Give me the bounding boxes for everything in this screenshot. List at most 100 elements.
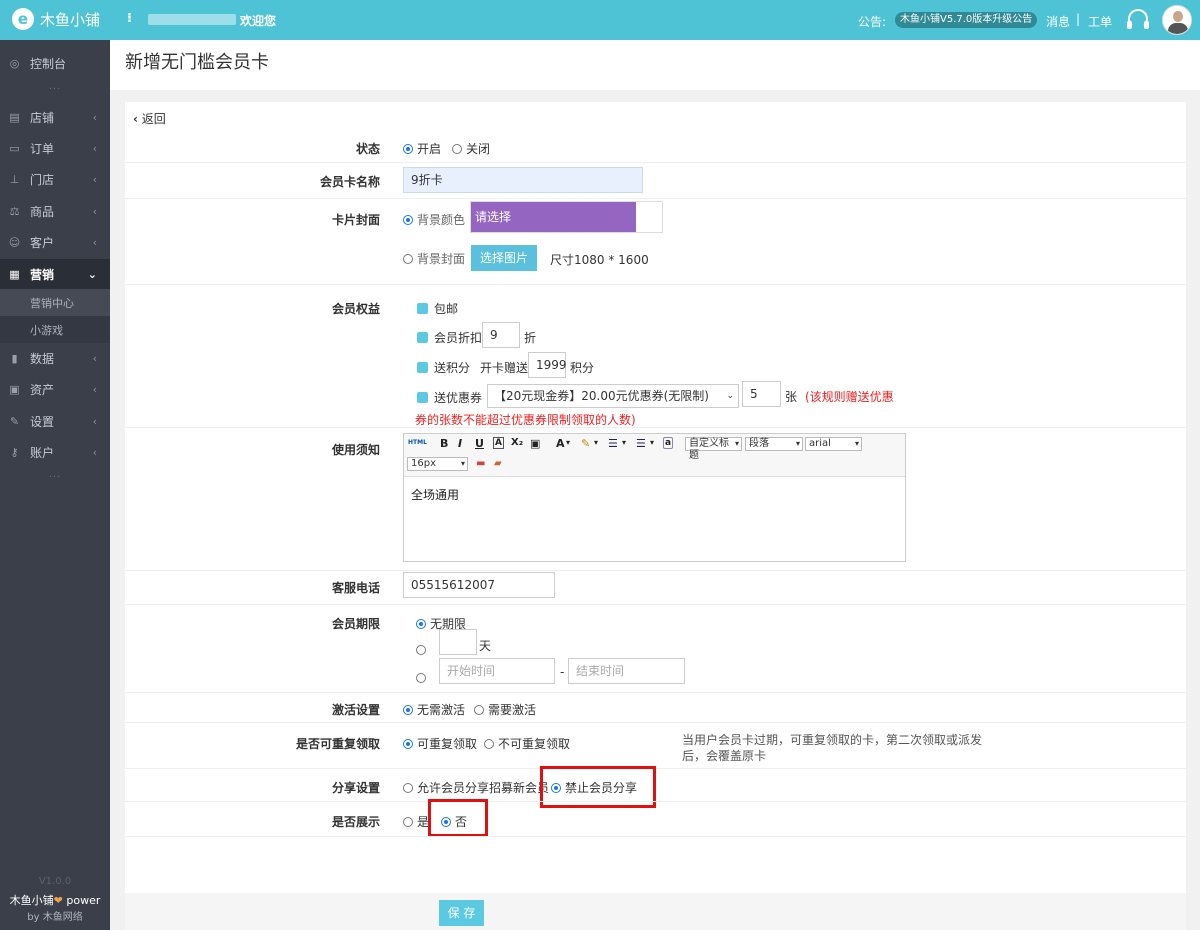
font-color-button[interactable]: A bbox=[556, 437, 565, 450]
back-link[interactable]: ‹ 返回 bbox=[133, 110, 166, 127]
unordered-list-icon[interactable]: ☰ bbox=[636, 437, 646, 450]
heart-icon: ❤ bbox=[53, 894, 63, 907]
save-button[interactable]: 保 存 bbox=[439, 900, 484, 926]
coupon-checkbox[interactable]: 送优惠券 bbox=[417, 389, 482, 406]
start-time-input[interactable]: 开始时间 bbox=[439, 658, 555, 684]
sidebar-item-label: 账户 bbox=[30, 445, 55, 460]
status-off-radio[interactable]: 关闭 bbox=[452, 140, 490, 157]
sidebar-item-assets[interactable]: ▣ 资产 ‹ bbox=[0, 374, 110, 404]
form-footer bbox=[125, 893, 1186, 930]
menu-toggle-icon[interactable]: ⁝ bbox=[127, 11, 132, 26]
sidebar-subitem-marketing-center[interactable]: 营销中心 bbox=[0, 289, 110, 316]
chevron-down-icon: ▾ bbox=[594, 438, 599, 447]
end-time-input[interactable]: 结束时间 bbox=[568, 658, 685, 684]
sidebar-divider: ··· bbox=[48, 472, 62, 483]
coupon-unit: 张 bbox=[785, 390, 798, 404]
headset-icon[interactable] bbox=[1127, 9, 1149, 29]
sidebar-item-label: 设置 bbox=[30, 414, 55, 429]
display-label: 是否展示 bbox=[331, 815, 380, 829]
coupon-count-input[interactable]: 5 bbox=[742, 381, 781, 407]
sidebar-item-label: 店铺 bbox=[30, 110, 55, 125]
status-on-radio[interactable]: 开启 bbox=[403, 140, 441, 157]
brand-logo[interactable]: e 木鱼小铺 bbox=[12, 8, 100, 30]
chevron-down-icon: ▾ bbox=[622, 438, 627, 447]
activation-no-radio[interactable]: 无需激活 bbox=[403, 701, 465, 718]
period-range-radio[interactable] bbox=[416, 671, 430, 685]
font-border-button[interactable]: A bbox=[493, 437, 504, 449]
discount-unit: 折 bbox=[524, 331, 537, 345]
editor-content: 全场通用 bbox=[411, 488, 460, 502]
chevron-left-icon: ‹ bbox=[92, 172, 97, 186]
chevron-down-icon: ▾ bbox=[566, 438, 571, 447]
highlight-icon[interactable]: ✎ bbox=[581, 437, 590, 450]
sidebar-item-dashboard[interactable]: ◎ 控制台 bbox=[0, 48, 110, 78]
settings-icon: ✎ bbox=[9, 414, 20, 428]
sidebar-item-orders[interactable]: ▭ 订单 ‹ bbox=[0, 133, 110, 163]
subscript-button[interactable]: X₂ bbox=[511, 437, 523, 448]
coupon-select[interactable]: 【20元现金券】20.00元优惠券(无限制) ⌄ bbox=[487, 384, 739, 408]
bg-color-radio[interactable]: 背景颜色 bbox=[403, 211, 465, 228]
italic-button[interactable]: I bbox=[458, 437, 462, 450]
choose-image-button[interactable]: 选择图片 bbox=[471, 245, 538, 271]
notes-label: 使用须知 bbox=[331, 443, 380, 457]
messages-link[interactable]: 消息 bbox=[1046, 13, 1070, 30]
link-icon[interactable]: a bbox=[663, 437, 674, 449]
ordered-list-icon[interactable]: ☰ bbox=[608, 437, 618, 450]
sidebar-item-label: 资产 bbox=[30, 382, 55, 397]
store-icon: ⊥ bbox=[9, 172, 20, 186]
checkbox-checked-icon bbox=[417, 332, 428, 343]
sidebar-item-settings[interactable]: ✎ 设置 ‹ bbox=[0, 406, 110, 436]
paste-icon[interactable]: ▣ bbox=[530, 437, 540, 450]
notice-link[interactable]: 木鱼小铺V5.7.0版本升级公告 bbox=[895, 12, 1038, 28]
tickets-link[interactable]: 工单 bbox=[1088, 13, 1112, 30]
font-select[interactable]: arial ▾ bbox=[805, 437, 862, 451]
rich-text-editor[interactable]: HTML B I U A X₂ ▣ A ▾ ✎ ▾ ☰ ▾ ☰ ▾ a 自定义标… bbox=[403, 433, 906, 562]
heading-select[interactable]: 自定义标题 ▾ bbox=[685, 437, 742, 461]
media-icon[interactable]: ▰ bbox=[494, 458, 502, 469]
display-yes-radio[interactable]: 是 bbox=[403, 813, 429, 830]
radio-checked-icon bbox=[403, 215, 413, 225]
discount-input[interactable]: 9 bbox=[482, 322, 520, 348]
points-input[interactable]: 1999 bbox=[528, 352, 567, 378]
free-shipping-checkbox[interactable]: 包邮 bbox=[417, 300, 458, 317]
avatar[interactable] bbox=[1162, 5, 1192, 35]
radio-unchecked-icon bbox=[416, 645, 426, 655]
sidebar-item-customers[interactable]: ☺ 客户 ‹ bbox=[0, 227, 110, 257]
image-icon[interactable]: ▬ bbox=[476, 458, 485, 469]
phone-input[interactable]: 05515612007 bbox=[403, 572, 555, 598]
benefits-label: 会员权益 bbox=[331, 302, 380, 316]
sidebar-item-data[interactable]: ▮ 数据 ‹ bbox=[0, 343, 110, 373]
html-source-icon[interactable]: HTML bbox=[408, 439, 427, 446]
period-days-unit: 天 bbox=[479, 639, 492, 653]
activation-need-radio[interactable]: 需要激活 bbox=[474, 701, 536, 718]
chevron-left-icon: ‹ bbox=[92, 382, 97, 396]
sidebar-item-shop[interactable]: ▤ 店铺 ‹ bbox=[0, 102, 110, 132]
sidebar-item-account[interactable]: ⚷ 账户 ‹ bbox=[0, 437, 110, 467]
card-name-input[interactable]: 9折卡 bbox=[403, 167, 643, 193]
size-hint: 尺寸1080 * 1600 bbox=[550, 253, 649, 267]
font-size-select[interactable]: 16px ▾ bbox=[407, 457, 468, 471]
underline-button[interactable]: U bbox=[475, 437, 484, 450]
points-checkbox[interactable]: 送积分 bbox=[417, 359, 470, 376]
repeat-yes-radio[interactable]: 可重复领取 bbox=[403, 735, 477, 752]
paragraph-select[interactable]: 段落 ▾ bbox=[745, 437, 803, 451]
bg-image-radio[interactable]: 背景封面 bbox=[403, 250, 465, 267]
period-days-input[interactable] bbox=[439, 629, 477, 655]
coupon-note-cont: 券的张数不能超过优惠券限制领取的人数) bbox=[415, 413, 636, 427]
repeat-no-radio[interactable]: 不可重复领取 bbox=[484, 735, 570, 752]
sidebar-subitem-mini-games[interactable]: 小游戏 bbox=[0, 316, 110, 343]
period-days-radio[interactable] bbox=[416, 643, 430, 657]
sidebar-item-goods[interactable]: ⚖ 商品 ‹ bbox=[0, 196, 110, 226]
goods-icon: ⚖ bbox=[9, 204, 20, 218]
checkbox-checked-icon bbox=[417, 303, 428, 314]
sidebar-item-marketing[interactable]: ▦ 营销 ⌄ bbox=[0, 259, 110, 289]
discount-checkbox[interactable]: 会员折扣 bbox=[417, 329, 482, 346]
color-picker[interactable]: 请选择 bbox=[470, 201, 663, 233]
top-bar: e 木鱼小铺 ⁝ 欢迎您 公告: 木鱼小铺V5.7.0版本升级公告 消息 | 工… bbox=[0, 0, 1200, 40]
share-allow-radio[interactable]: 允许会员分享招募新会员 bbox=[403, 779, 549, 796]
status-label: 状态 bbox=[355, 142, 380, 156]
bold-button[interactable]: B bbox=[440, 437, 448, 450]
radio-unchecked-icon bbox=[403, 254, 413, 264]
chevron-left-icon: ‹ bbox=[133, 112, 138, 126]
sidebar-item-stores[interactable]: ⊥ 门店 ‹ bbox=[0, 164, 110, 194]
